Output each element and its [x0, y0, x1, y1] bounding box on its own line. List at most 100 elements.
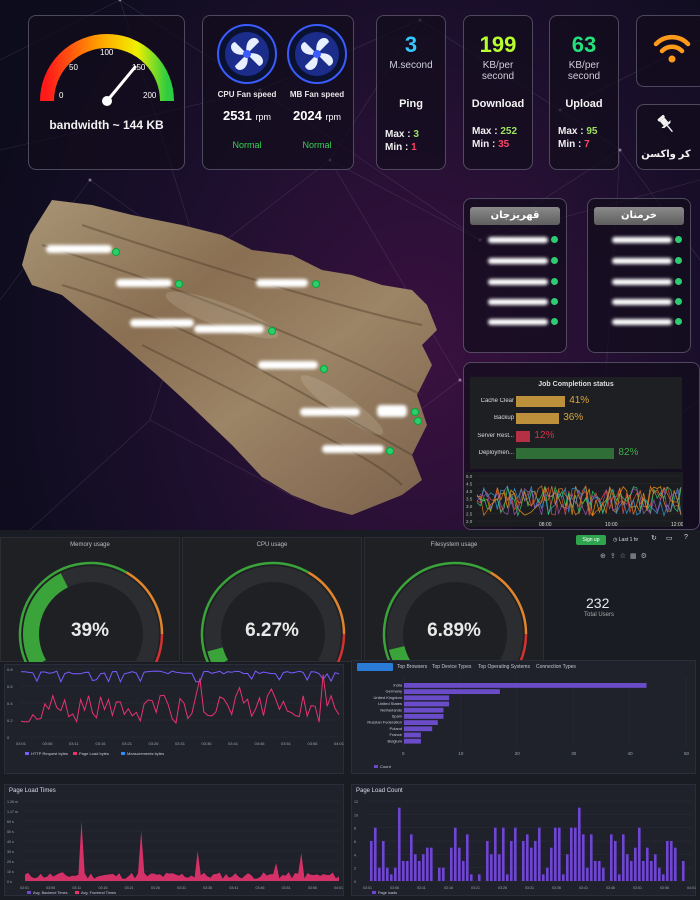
- tab-top-browsers[interactable]: Top Browsers: [397, 664, 427, 670]
- status-dot: [675, 257, 682, 264]
- status-dot: [551, 257, 558, 264]
- page-load-bar: [386, 867, 389, 881]
- x-tick-label: 03:11: [72, 886, 81, 890]
- x-tick-label: 03:06: [390, 886, 399, 890]
- y-tick-label: 0.8: [7, 667, 13, 672]
- x-tick-label: 03:46: [606, 886, 615, 890]
- region-map[interactable]: [22, 195, 442, 520]
- y-tick-label: 1.17 m: [7, 810, 18, 814]
- province-2-item[interactable]: [612, 317, 682, 327]
- job-label-cache-clear: Cache Clear: [480, 398, 514, 404]
- cpu-usage-value: 6.27%: [245, 620, 299, 641]
- page-load-count-chart: 12 10 8 6 4 2 0 03:01 03:06 03:11 03:16 03:21 03:26 0…: [354, 800, 696, 895]
- page-load-bar: [654, 854, 657, 881]
- map-site-marker[interactable]: [112, 248, 120, 256]
- speedo-needle: [105, 65, 137, 103]
- speedo-tick-50: 50: [69, 63, 78, 72]
- fan-speed-card: CPU Fan speed MB Fan speed 2531 rpm 2024…: [202, 15, 354, 170]
- help-icon[interactable]: ?: [684, 534, 688, 541]
- layout-icon[interactable]: ▦: [630, 553, 641, 560]
- country-label: Germany: [386, 689, 402, 694]
- time-range-picker[interactable]: ◷ Last 1 hr: [613, 535, 649, 545]
- tv-mode-icon[interactable]: ▭: [666, 534, 673, 542]
- map-site-marker[interactable]: [320, 365, 328, 373]
- page-load-bar: [590, 834, 593, 881]
- province-1-item[interactable]: [488, 297, 558, 307]
- page-load-times-title: Page Load Times: [9, 788, 56, 794]
- job-completion-panel: Job Completion status Cache Clear 41% Ba…: [470, 377, 682, 469]
- province-2-item[interactable]: [612, 297, 682, 307]
- map-site-marker[interactable]: [414, 417, 422, 425]
- legend-swatch: [25, 752, 29, 755]
- signup-button[interactable]: Sign up: [576, 535, 606, 545]
- zoom-icon[interactable]: ⊕: [600, 553, 610, 560]
- map-site-marker[interactable]: [175, 280, 183, 288]
- map-site-marker[interactable]: [386, 447, 394, 455]
- ping-card: 3 M.second Ping Max : 3 Min : 1: [376, 15, 446, 170]
- province-1-item[interactable]: [488, 277, 558, 287]
- map-site-label[interactable]: [300, 408, 360, 416]
- map-site-label[interactable]: [130, 319, 194, 327]
- ping-label: Ping: [399, 98, 423, 110]
- x-tick-label: 03:51: [281, 741, 292, 746]
- status-dot: [675, 278, 682, 285]
- tab-top-countries[interactable]: [357, 663, 393, 671]
- job-bar-backup: [516, 413, 560, 424]
- page-load-bar: [546, 867, 549, 881]
- legend-label: Avg. Backend Times: [33, 891, 68, 895]
- province-1-item[interactable]: [488, 256, 558, 266]
- country-bar: [404, 720, 438, 725]
- upload-value: 63: [571, 32, 597, 57]
- ping-max: Max : 3: [385, 129, 419, 140]
- map-site-label[interactable]: [256, 279, 308, 287]
- map-site-label[interactable]: [377, 405, 407, 417]
- page-load-bar: [422, 854, 425, 881]
- wifi-card[interactable]: [636, 15, 700, 87]
- map-site-marker[interactable]: [268, 327, 276, 335]
- page-load-bar: [506, 874, 509, 881]
- province-1-item[interactable]: [488, 235, 558, 245]
- country-bar: [404, 714, 444, 719]
- star-icon[interactable]: ☆: [620, 553, 630, 560]
- map-site-marker[interactable]: [312, 280, 320, 288]
- page-load-bar: [578, 807, 581, 881]
- page-load-bar: [406, 861, 409, 881]
- map-site-marker[interactable]: [411, 408, 419, 416]
- page-load-bar: [470, 874, 473, 881]
- memory-usage-value: 39%: [70, 620, 110, 641]
- page-load-bar: [402, 861, 405, 881]
- tab-top-operating-systems[interactable]: Top Operating Systems: [478, 664, 530, 670]
- map-site-label[interactable]: [116, 279, 172, 287]
- pin-card[interactable]: کر واکسن: [636, 104, 700, 170]
- province-2-item[interactable]: [612, 256, 682, 266]
- filesystem-usage-panel: Filesystem usage 6.89%: [364, 537, 544, 662]
- map-site-label[interactable]: [258, 361, 318, 369]
- y-tick-label: 8: [354, 827, 356, 831]
- page-load-count-panel: Page Load Count 12 10 8 6 4 2 0 03:01 03:06 03:11…: [351, 784, 696, 896]
- tab-top-device-types[interactable]: Top Device Types: [432, 664, 471, 670]
- memory-usage-gauge: [18, 561, 164, 662]
- map-site-label[interactable]: [194, 325, 264, 333]
- share-icon[interactable]: ⇪: [610, 553, 620, 560]
- page-load-bar: [490, 854, 493, 881]
- map-site-label[interactable]: [322, 445, 384, 453]
- province-1-item[interactable]: [488, 317, 558, 327]
- speedo-tick-100: 100: [100, 48, 114, 57]
- download-min: Min : 35: [472, 139, 510, 150]
- page-load-bar: [574, 827, 577, 881]
- toolbar-icons: ⊕⇪☆▦⚙: [600, 552, 651, 560]
- province-card-2: خرمنان: [587, 198, 691, 353]
- download-card: 199 KB/per second Download Max : 252 Min…: [463, 15, 533, 170]
- tab-connection-types[interactable]: Connection Types: [536, 664, 576, 670]
- country-label: France: [390, 732, 403, 737]
- province-2-item[interactable]: [612, 235, 682, 245]
- refresh-icon[interactable]: ↻: [651, 534, 657, 542]
- province-2-item[interactable]: [612, 277, 682, 287]
- country-bar: [404, 701, 450, 707]
- status-dot: [551, 278, 558, 285]
- settings-icon[interactable]: ⚙: [641, 553, 651, 560]
- x-tick-label: 03:21: [125, 886, 134, 890]
- country-label: Spain: [392, 714, 402, 719]
- y-tick-label: 0: [354, 880, 356, 884]
- map-site-label[interactable]: [46, 245, 112, 253]
